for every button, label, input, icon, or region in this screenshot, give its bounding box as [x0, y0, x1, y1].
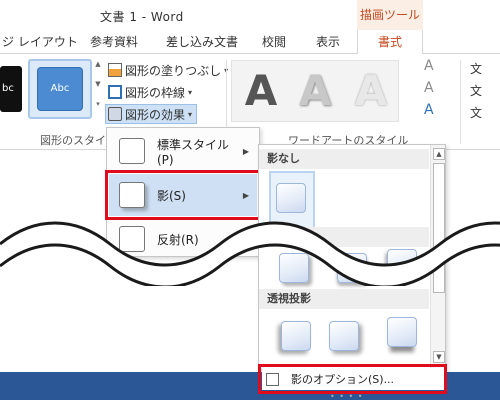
- shadow-preset-perspective-3[interactable]: [387, 317, 417, 347]
- tab-page-layout[interactable]: ジ レイアウト: [2, 33, 78, 50]
- shape-effects-button[interactable]: 図形の効果 ▾: [105, 104, 198, 124]
- reflection-swatch: [119, 226, 145, 252]
- text-effects-button[interactable]: A: [424, 102, 434, 118]
- shadow-preset-outer-3[interactable]: [387, 249, 417, 279]
- chevron-down-icon: ▾: [188, 109, 193, 119]
- window-title: 文書 1 - Word: [100, 10, 184, 24]
- text-direction-button[interactable]: 文: [470, 60, 482, 77]
- title-bar: 文書 1 - Word 描画ツール: [0, 0, 500, 30]
- gallery-section-no-shadow: 影なし: [259, 149, 429, 169]
- resize-grip-icon[interactable]: • • • •: [330, 392, 364, 400]
- wordart-sample-shadow[interactable]: A: [290, 66, 340, 116]
- style-gallery-up-icon[interactable]: ▲: [94, 60, 102, 80]
- shape-effects-label: 図形の効果: [125, 107, 186, 122]
- shape-outline-label: 図形の枠線: [125, 85, 186, 100]
- tab-mailings[interactable]: 差し込み文書: [166, 33, 238, 50]
- tab-view[interactable]: 表示: [316, 33, 340, 50]
- menu-item-label: 反射(R): [157, 232, 199, 247]
- shape-effect-icon: [108, 107, 122, 121]
- menu-item-label: 標準スタイル(P): [157, 137, 230, 167]
- ribbon-tab-row: ジ レイアウト 参考資料 差し込み文書 校閲 表示 書式: [0, 30, 500, 55]
- style-gallery-more-icon[interactable]: ▾: [94, 100, 102, 120]
- shadow-preset-perspective-1[interactable]: [281, 321, 311, 351]
- style-gallery-down-icon[interactable]: ▼: [94, 80, 102, 100]
- gallery-scrollbar[interactable]: ▲ ▼: [430, 145, 445, 369]
- tab-format[interactable]: 書式: [357, 30, 423, 55]
- highlight-box-shadow-options: [258, 364, 447, 394]
- highlight-box-shadow: [105, 170, 261, 220]
- scroll-down-icon[interactable]: ▼: [433, 351, 445, 363]
- tab-review[interactable]: 校閲: [262, 33, 286, 50]
- menu-item-reflection[interactable]: 反射(R) ▶: [109, 218, 257, 260]
- wordart-sample-plain[interactable]: A: [236, 66, 286, 116]
- pen-outline-icon: [108, 85, 122, 99]
- wordart-sample-glow[interactable]: A: [346, 66, 396, 116]
- text-outline-button[interactable]: A: [424, 80, 434, 96]
- scroll-up-icon[interactable]: ▲: [433, 148, 445, 160]
- shape-fill-label: 図形の塗りつぶし: [125, 63, 222, 78]
- chevron-right-icon: ▶: [242, 146, 249, 156]
- shadow-preset-outer-1[interactable]: [279, 253, 309, 283]
- text-fill-button[interactable]: A: [424, 58, 434, 74]
- gallery-section-perspective: 透視投影: [259, 289, 429, 309]
- shadow-preset-outer-2[interactable]: [337, 253, 367, 283]
- preset-swatch: [119, 138, 145, 164]
- scroll-thumb[interactable]: [433, 163, 445, 293]
- shape-fill-button[interactable]: 図形の塗りつぶし ▾: [108, 60, 228, 80]
- menu-item-preset[interactable]: 標準スタイル(P) ▶: [109, 130, 257, 172]
- shape-style-sample-dark[interactable]: bc: [0, 66, 22, 112]
- create-link-button[interactable]: 文: [470, 104, 482, 121]
- drawing-tools-context-tab: 描画ツール: [357, 0, 423, 30]
- shadow-gallery: 影なし 外側 透視投影 ▲ ▼: [258, 144, 446, 370]
- tab-references[interactable]: 参考資料: [90, 33, 138, 50]
- align-text-button[interactable]: 文: [470, 82, 482, 99]
- shape-style-sample-blue[interactable]: Abc: [37, 67, 83, 111]
- chevron-right-icon: ▶: [242, 234, 249, 244]
- shadow-preset-perspective-2[interactable]: [329, 321, 359, 351]
- shadow-preset-none[interactable]: [276, 183, 306, 213]
- paint-bucket-icon: [108, 63, 122, 77]
- chevron-down-icon: ▾: [188, 87, 193, 97]
- shape-outline-button[interactable]: 図形の枠線 ▾: [108, 82, 192, 102]
- gallery-section-outer: 外側: [259, 227, 429, 247]
- group-divider: [460, 60, 461, 144]
